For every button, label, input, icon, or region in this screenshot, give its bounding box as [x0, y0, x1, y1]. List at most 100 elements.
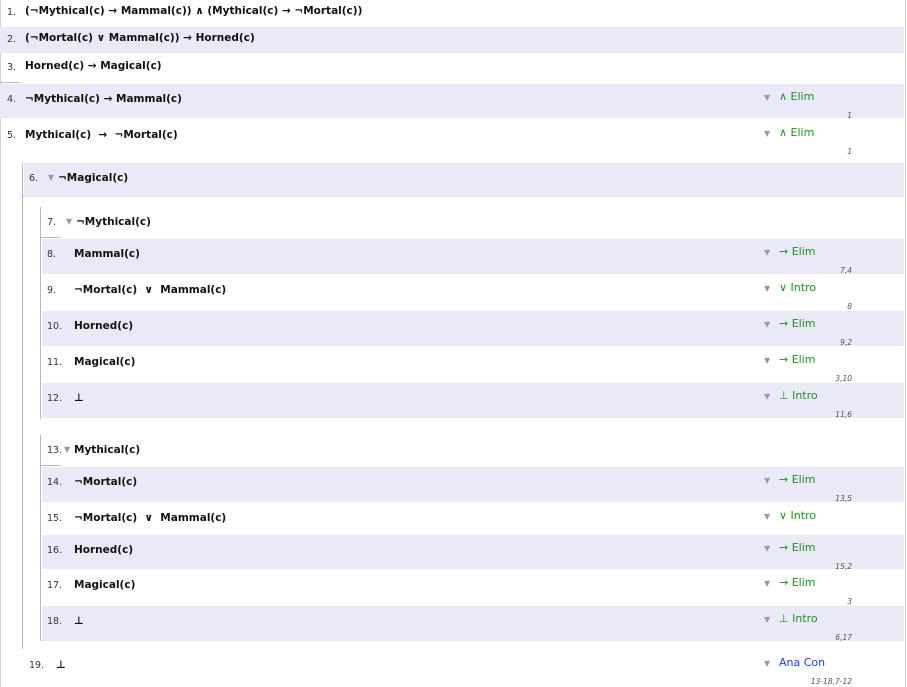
- rule-label[interactable]: Ana Con: [779, 656, 825, 669]
- rule-citation[interactable]: 13,5: [835, 494, 852, 503]
- proof-line-14[interactable]: 14. ¬Mortal(c) ▼ → Elim 13,5: [42, 467, 904, 503]
- rule-label[interactable]: → Elim: [779, 541, 816, 554]
- caret-down-icon[interactable]: ▼: [764, 579, 770, 588]
- caret-down-icon[interactable]: ▼: [764, 615, 770, 624]
- formula-text[interactable]: Horned(c): [74, 544, 133, 556]
- caret-down-icon[interactable]: ▼: [764, 129, 770, 138]
- caret-down-icon[interactable]: ▼: [48, 173, 54, 182]
- formula-text[interactable]: Magical(c): [74, 579, 135, 591]
- line-number: 16.: [47, 545, 63, 556]
- formula-text[interactable]: ¬Magical(c): [58, 172, 128, 184]
- formula-text[interactable]: ¬Mythical(c) → Mammal(c): [25, 93, 182, 105]
- formula-text[interactable]: ¬Mortal(c) ∨ Mammal(c): [74, 512, 226, 524]
- line-number: 4.: [7, 94, 17, 105]
- caret-down-icon[interactable]: ▼: [64, 445, 70, 454]
- formula-text[interactable]: ¬Mortal(c) ∨ Mammal(c): [74, 284, 226, 296]
- line-number: 15.: [47, 513, 63, 524]
- rule-citation[interactable]: 8: [847, 302, 852, 311]
- proof-line-8[interactable]: 8. Mammal(c) ▼ → Elim 7,4: [42, 239, 904, 275]
- proof-line-3[interactable]: 3. Horned(c) → Magical(c): [0, 55, 904, 83]
- formula-text[interactable]: ⊥: [74, 615, 84, 627]
- subproof-bar-7: [40, 207, 41, 419]
- rule-label[interactable]: ∧ Elim: [779, 126, 814, 139]
- rule-label[interactable]: → Elim: [779, 576, 816, 589]
- line-number: 13.: [47, 445, 63, 456]
- rule-label[interactable]: ⊥ Intro: [779, 389, 818, 402]
- caret-down-icon[interactable]: ▼: [764, 544, 770, 553]
- line-number: 5.: [7, 130, 17, 141]
- proof-line-11[interactable]: 11. Magical(c) ▼ → Elim 3,10: [42, 347, 904, 383]
- proof-line-12[interactable]: 12. ⊥ ▼ ⊥ Intro 11,6: [42, 383, 904, 419]
- proof-line-1[interactable]: 1. (¬Mythical(c) → Mammal(c)) ∧ (Mythical…: [0, 0, 904, 27]
- proof-line-15[interactable]: 15. ¬Mortal(c) ∨ Mammal(c) ▼ ∨ Intro: [42, 503, 904, 535]
- caret-down-icon[interactable]: ▼: [764, 93, 770, 102]
- rule-citation[interactable]: 11,6: [835, 410, 852, 419]
- caret-down-icon[interactable]: ▼: [764, 659, 770, 668]
- proof-line-4[interactable]: 4. ¬Mythical(c) → Mammal(c) ▼ ∧ Elim 1: [0, 84, 904, 120]
- caret-down-icon[interactable]: ▼: [764, 392, 770, 401]
- line-number: 2.: [7, 34, 17, 45]
- rule-label[interactable]: → Elim: [779, 473, 816, 486]
- formula-text[interactable]: (¬Mythical(c) → Mammal(c)) ∧ (Mythical(c…: [25, 5, 362, 17]
- line-number: 18.: [47, 616, 63, 627]
- proof-line-19[interactable]: 19. ⊥ ▼ Ana Con 13-18,7-12: [24, 650, 904, 687]
- line-number: 1.: [7, 7, 17, 18]
- proof-line-18[interactable]: 18. ⊥ ▼ ⊥ Intro 6,17: [42, 606, 904, 642]
- caret-down-icon[interactable]: ▼: [764, 284, 770, 293]
- formula-text[interactable]: ⊥: [74, 392, 84, 404]
- rule-label[interactable]: → Elim: [779, 317, 816, 330]
- proof-line-16[interactable]: 16. Horned(c) ▼ → Elim 15,2: [42, 535, 904, 571]
- rule-citation[interactable]: 6,17: [835, 633, 852, 642]
- line-number: 12.: [47, 393, 63, 404]
- proof-line-13[interactable]: 13. ▼ Mythical(c): [42, 435, 904, 467]
- rule-citation[interactable]: 1: [847, 111, 852, 120]
- subproof-bar-6: [22, 163, 23, 649]
- line-number: 7.: [47, 217, 57, 228]
- rule-citation[interactable]: 1: [847, 147, 852, 156]
- line-number: 8.: [47, 249, 57, 260]
- formula-text[interactable]: (¬Mortal(c) ∨ Mammal(c)) → Horned(c): [25, 32, 255, 44]
- proof-line-7[interactable]: 7. ▼ ¬Mythical(c): [42, 207, 904, 239]
- formula-text[interactable]: ¬Mortal(c): [74, 476, 137, 488]
- formula-text[interactable]: Horned(c) → Magical(c): [25, 60, 162, 72]
- rule-label[interactable]: ∧ Elim: [779, 90, 814, 103]
- proof-line-5[interactable]: 5. Mythical(c) → ¬Mortal(c) ▼ ∧ Elim 1: [0, 120, 904, 156]
- rule-label[interactable]: ∨ Intro: [779, 281, 816, 294]
- formula-text[interactable]: Horned(c): [74, 320, 133, 332]
- formula-text[interactable]: ⊥: [56, 659, 66, 671]
- rule-citation[interactable]: 3,10: [835, 374, 852, 383]
- rule-label[interactable]: → Elim: [779, 353, 816, 366]
- caret-down-icon[interactable]: ▼: [764, 476, 770, 485]
- rule-citation[interactable]: 7,4: [840, 266, 852, 275]
- line-number: 10.: [47, 321, 63, 332]
- line-number: 14.: [47, 477, 63, 488]
- rule-citation[interactable]: 13-18,7-12: [811, 677, 852, 686]
- caret-down-icon[interactable]: ▼: [764, 512, 770, 521]
- formula-text[interactable]: Magical(c): [74, 356, 135, 368]
- formula-text[interactable]: Mammal(c): [74, 248, 140, 260]
- proof-line-10[interactable]: 10. Horned(c) ▼ → Elim 9,2: [42, 311, 904, 347]
- caret-down-icon[interactable]: ▼: [764, 248, 770, 257]
- caret-down-icon[interactable]: ▼: [764, 356, 770, 365]
- panel-right-border: [905, 0, 906, 687]
- formula-text[interactable]: Mythical(c): [74, 444, 140, 456]
- line-number: 17.: [47, 580, 63, 591]
- line-number: 6.: [29, 173, 39, 184]
- caret-down-icon[interactable]: ▼: [66, 217, 72, 226]
- proof-line-2[interactable]: 2. (¬Mortal(c) ∨ Mammal(c)) → Horned(c): [0, 27, 904, 53]
- line-number: 11.: [47, 357, 63, 368]
- proof-line-6[interactable]: 6. ▼ ¬Magical(c): [24, 163, 904, 197]
- caret-down-icon[interactable]: ▼: [764, 320, 770, 329]
- proof-line-17[interactable]: 17. Magical(c) ▼ → Elim 3: [42, 570, 904, 606]
- rule-citation[interactable]: 9,2: [840, 338, 852, 347]
- rule-citation[interactable]: 3: [847, 597, 852, 606]
- formula-text[interactable]: Mythical(c) → ¬Mortal(c): [25, 129, 178, 141]
- proof-line-9[interactable]: 9. ¬Mortal(c) ∨ Mammal(c) ▼ ∨ Intro 8: [42, 275, 904, 311]
- rule-label[interactable]: ∨ Intro: [779, 509, 816, 522]
- line-number: 9.: [47, 285, 57, 296]
- proof-panel: 1. (¬Mythical(c) → Mammal(c)) ∧ (Mythical…: [0, 0, 907, 687]
- rule-label[interactable]: ⊥ Intro: [779, 612, 818, 625]
- line-number: 19.: [29, 660, 45, 671]
- formula-text[interactable]: ¬Mythical(c): [76, 216, 151, 228]
- rule-label[interactable]: → Elim: [779, 245, 816, 258]
